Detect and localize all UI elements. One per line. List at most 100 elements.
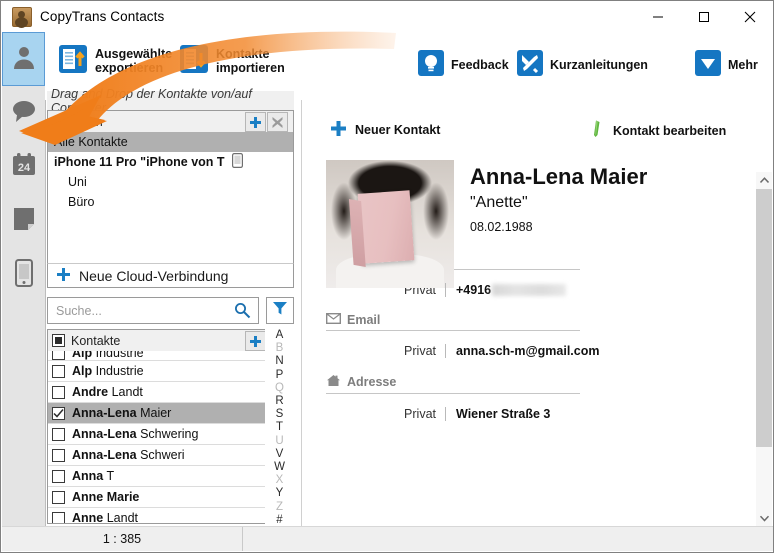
contact-checkbox[interactable]	[52, 511, 65, 523]
more-button[interactable]: Mehr	[695, 44, 758, 86]
chevron-down-icon	[695, 49, 721, 81]
alpha-letter[interactable]: T	[276, 421, 283, 434]
list-item[interactable]: Anna-Lena Schweri	[48, 445, 293, 466]
group-row-device[interactable]: iPhone 11 Pro "iPhone von T	[48, 152, 293, 172]
contact-checkbox[interactable]	[52, 490, 65, 504]
svg-text:24: 24	[17, 162, 30, 174]
contact-name: Anna-Lena Maier	[470, 164, 648, 189]
add-contact-button[interactable]	[245, 331, 266, 351]
contact-family: Anne	[72, 511, 104, 523]
contacts-list[interactable]: Alp Industrie Alp Industrie Andre Landt …	[48, 351, 293, 523]
sidebar-item-device[interactable]	[2, 248, 45, 302]
list-item[interactable]: Anne Landt	[48, 508, 293, 523]
alpha-letter[interactable]: Z	[276, 501, 283, 514]
groups-header: Gruppen	[48, 111, 293, 132]
close-icon[interactable]	[727, 1, 773, 32]
search-icon[interactable]	[234, 302, 251, 324]
list-item[interactable]: Alp Industrie	[48, 351, 293, 361]
plus-icon	[330, 120, 347, 140]
scroll-up-icon[interactable]	[756, 172, 772, 189]
select-all-checkbox[interactable]	[52, 334, 65, 347]
house-icon	[326, 374, 341, 390]
list-item[interactable]: Andre Landt	[48, 382, 293, 403]
window-controls	[635, 1, 773, 32]
photo-book	[357, 190, 415, 264]
redacted-phone	[492, 284, 567, 296]
more-label: Mehr	[728, 58, 758, 72]
group-row-all[interactable]: Alle Kontakte	[48, 132, 293, 152]
alpha-letter[interactable]: P	[276, 369, 284, 382]
new-contact-button[interactable]: Neuer Kontakt	[330, 120, 440, 140]
field-value: +4916	[445, 283, 567, 297]
alpha-letter[interactable]: X	[276, 474, 284, 487]
search-box[interactable]	[47, 297, 259, 324]
contact-checkbox[interactable]	[52, 385, 65, 399]
alpha-letter[interactable]: Y	[276, 487, 284, 500]
sidebar-item-calendar[interactable]: 24	[2, 140, 45, 194]
list-item[interactable]: Anna T	[48, 466, 293, 487]
alphabet-index[interactable]: A B N P Q R S T U V W X Y Z #	[265, 329, 294, 526]
filter-button[interactable]	[266, 297, 294, 324]
contact-given: Landt	[111, 385, 143, 399]
list-item[interactable]: Anna-Lena Schwering	[48, 424, 293, 445]
export-selected-button[interactable]: Ausgewählte exportieren	[58, 40, 172, 82]
phone-icon	[231, 153, 243, 171]
group-row-uni[interactable]: Uni	[48, 172, 293, 192]
alpha-letter[interactable]: Q	[275, 382, 284, 395]
sidebar-item-contacts[interactable]	[2, 32, 45, 86]
contact-photo	[326, 160, 454, 288]
contact-checkbox[interactable]	[52, 364, 65, 378]
contact-given: Landt	[106, 511, 139, 523]
sidebar-item-notes[interactable]	[2, 194, 45, 248]
contact-checkbox[interactable]	[52, 406, 65, 420]
speech-bubble-icon	[11, 99, 37, 128]
contact-family: Alp	[72, 364, 93, 378]
delete-group-button[interactable]	[267, 112, 288, 132]
feedback-label: Feedback	[451, 58, 509, 72]
sidebar-item-messages[interactable]	[2, 86, 45, 140]
group-row-buero[interactable]: Büro	[48, 192, 293, 212]
section-email: Email Privat anna.sch-m@gmail.com	[325, 297, 743, 358]
section-title: Email	[347, 313, 381, 327]
alpha-letter[interactable]: N	[275, 355, 283, 368]
filter-icon	[272, 300, 288, 321]
contact-checkbox[interactable]	[52, 469, 65, 483]
contact-checkbox[interactable]	[52, 351, 65, 360]
alpha-letter[interactable]: U	[275, 435, 283, 448]
field-label: Privat	[404, 344, 436, 358]
contact-checkbox[interactable]	[52, 448, 65, 462]
new-cloud-connection-button[interactable]: Neue Cloud-Verbindung	[47, 263, 294, 288]
contact-checkbox[interactable]	[52, 427, 65, 441]
export-selected-label: Ausgewählte exportieren	[95, 47, 173, 75]
add-group-button[interactable]	[245, 112, 266, 132]
new-cloud-connection-label: Neue Cloud-Verbindung	[79, 267, 229, 284]
alpha-letter[interactable]: S	[276, 408, 284, 421]
list-item[interactable]: Anna-Lena Maier	[48, 403, 293, 424]
calendar-24-icon: 24	[11, 152, 37, 183]
scroll-down-icon[interactable]	[756, 510, 772, 527]
minimize-icon[interactable]	[635, 1, 681, 32]
scrollbar-thumb[interactable]	[756, 189, 772, 447]
status-count: 1 : 385	[2, 527, 243, 551]
contact-given: T	[106, 469, 115, 483]
import-contacts-button[interactable]: Kontakte importieren	[179, 40, 285, 82]
window-title: CopyTrans Contacts	[40, 9, 165, 24]
edit-contact-button[interactable]: Kontakt bearbeiten	[590, 120, 726, 142]
alpha-letter[interactable]: A	[276, 329, 284, 342]
section-title: Adresse	[347, 375, 397, 389]
detail-scrollbar[interactable]	[756, 172, 772, 527]
list-item[interactable]: Anne Marie	[48, 487, 293, 508]
list-item[interactable]: Alp Industrie	[48, 361, 293, 382]
alpha-letter[interactable]: W	[274, 461, 285, 474]
alpha-letter[interactable]: V	[276, 448, 284, 461]
alpha-letter[interactable]: B	[276, 342, 284, 355]
alpha-letter[interactable]: R	[275, 395, 283, 408]
group-label: Uni	[68, 175, 87, 189]
search-input[interactable]	[54, 298, 236, 323]
quick-guides-button[interactable]: Kurzanleitungen	[517, 44, 648, 86]
maximize-icon[interactable]	[681, 1, 727, 32]
feedback-button[interactable]: Feedback	[418, 44, 509, 86]
contact-given: Schwering	[140, 427, 199, 441]
phone-icon	[14, 258, 34, 292]
field-value: Wiener Straße 3	[445, 407, 550, 421]
